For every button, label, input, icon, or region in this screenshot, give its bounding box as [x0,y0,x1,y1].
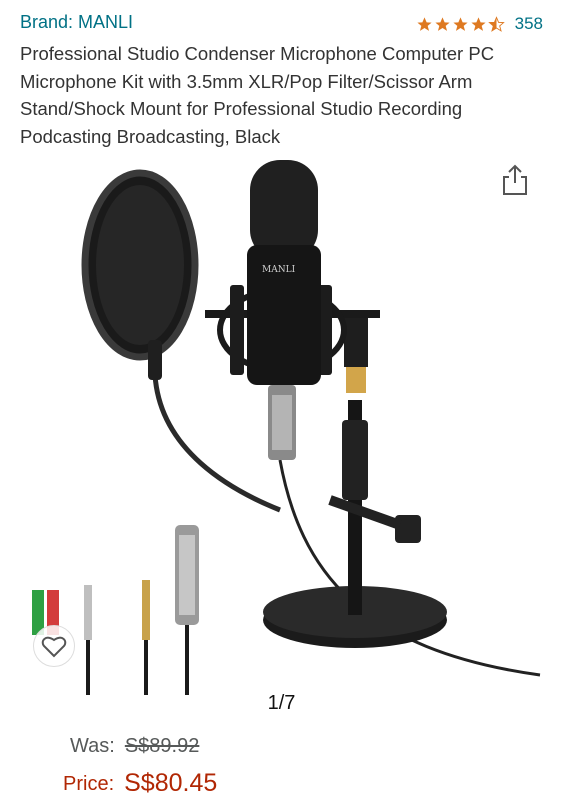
star-rating [416,15,505,33]
star-icon [453,16,468,31]
was-label: Was: [70,735,115,757]
star-icon [435,16,450,31]
brand-link[interactable]: Brand: MANLI [20,12,133,33]
was-price: S$89.92 [124,735,200,757]
image-pager: 1/7 [267,692,296,714]
heart-icon [41,636,67,658]
product-title: Professional Studio Condenser Microphone… [20,43,495,147]
review-count[interactable]: 358 [515,14,543,34]
star-half-icon [487,15,505,32]
star-icon [417,16,432,31]
wishlist-button[interactable] [33,625,75,667]
product-image[interactable]: MANLI [0,150,563,695]
mic-logo: MANLI [262,265,296,275]
rating-summary[interactable]: 358 [416,14,543,34]
was-price-row: Was: S$89.92 [70,735,199,758]
current-price: S$80.45 [124,769,218,797]
current-price-row: Price: S$80.45 [63,768,217,797]
price-label: Price: [63,773,115,795]
star-icon [471,16,486,31]
